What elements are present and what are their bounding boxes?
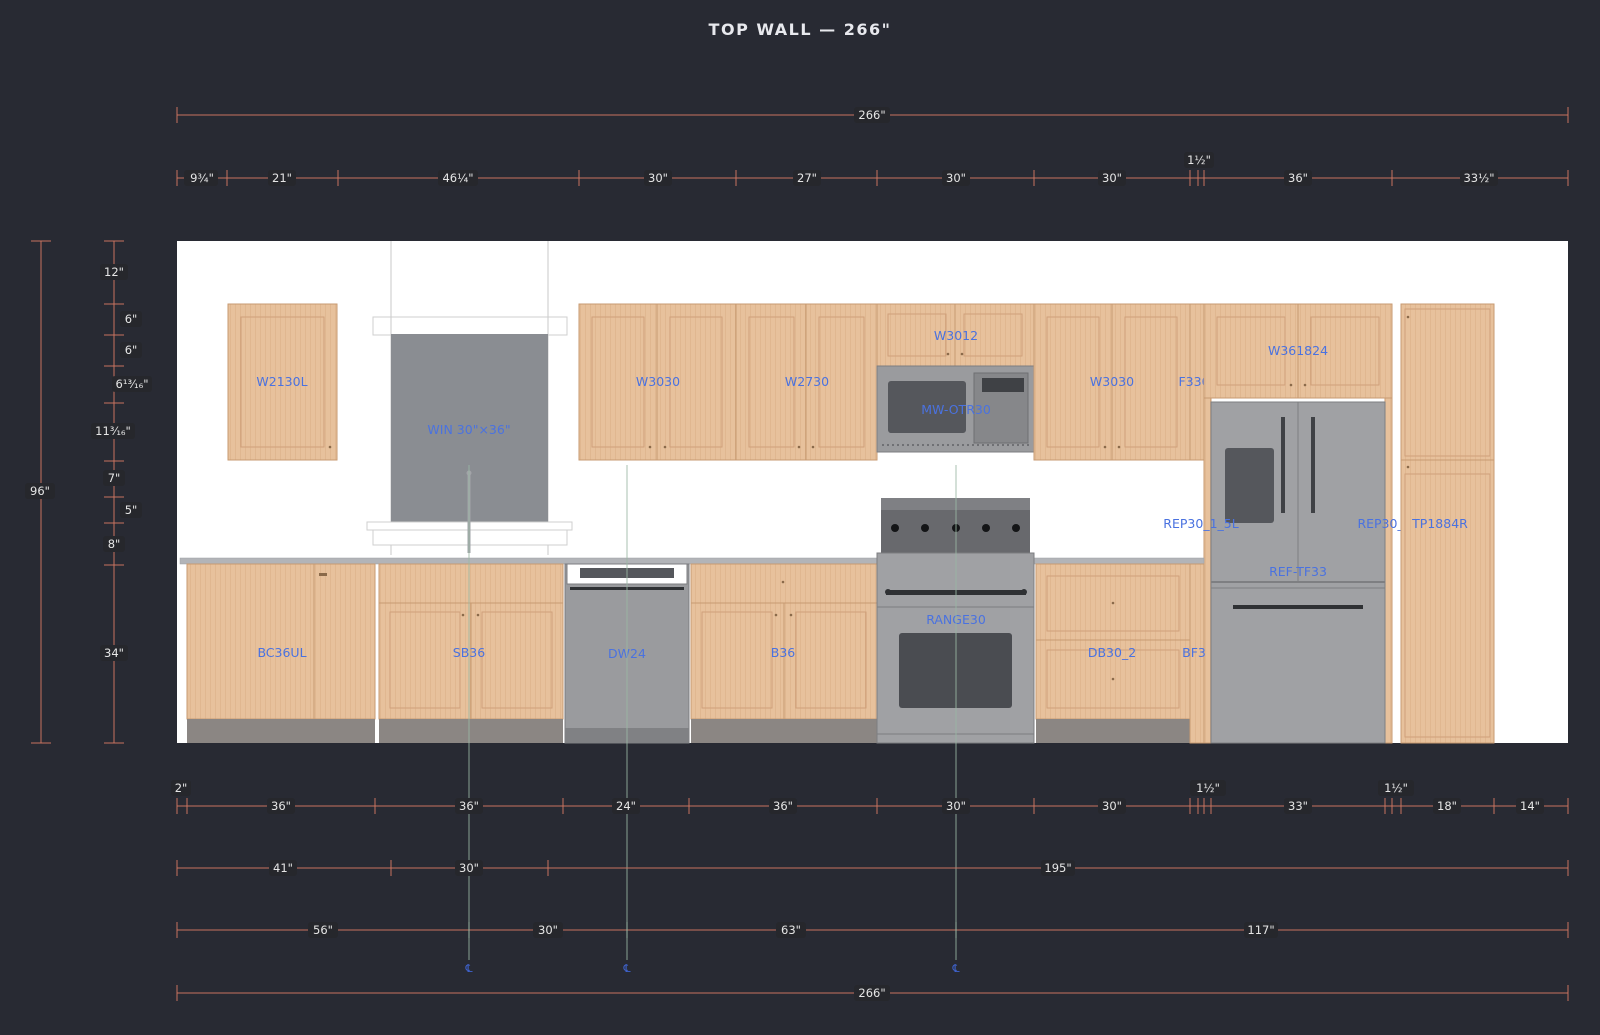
w3030-left-label: W3030 <box>636 374 680 389</box>
top-segment-dimension <box>176 170 1569 186</box>
left-dim-6: 7" <box>108 471 121 485</box>
pantry-label: TP1884R <box>1411 516 1468 531</box>
top-dim-1: 9¾" <box>190 171 214 185</box>
bottom-filler-a: 1½" <box>1196 781 1220 795</box>
bottom-row2-dimension <box>176 860 1569 876</box>
centerline-symbol-range: ℄ <box>951 962 959 975</box>
bottom-row1-dimension <box>176 798 1569 814</box>
bottom-row1-dim-5: 30" <box>946 799 966 813</box>
bottom-row1-dim-8: 18" <box>1437 799 1457 813</box>
left-dim-8: 8" <box>108 537 121 551</box>
bottom-row3-dim-2: 30" <box>538 923 558 937</box>
left-dim-9: 34" <box>104 646 124 660</box>
db30-label: DB30_2 <box>1088 645 1136 660</box>
microwave-label: MW-OTR30 <box>921 402 991 417</box>
w2730-label: W2730 <box>785 374 829 389</box>
bottom-row2-dim-1: 41" <box>273 861 293 875</box>
panel-left[interactable] <box>1203 397 1212 744</box>
bottom-overall-label: 266" <box>858 986 885 1000</box>
panel-left-label: REP30_1_5L <box>1163 516 1238 531</box>
left-dim-7: 5" <box>125 503 138 517</box>
w3030-right-label: W3030 <box>1090 374 1134 389</box>
left-dim-4: 6¹³⁄₁₆" <box>116 377 149 391</box>
bf3-label: BF3 <box>1182 645 1206 660</box>
bottom-row2-dim-3: 195" <box>1044 861 1071 875</box>
bottom-start-offset: 2" <box>175 781 188 795</box>
window-label: WIN 30"×36" <box>427 422 510 437</box>
left-dim-5: 11³⁄₁₆" <box>95 424 131 438</box>
elevation-drawing: 266" 9¾" 21" 46¼" 30" 27" 30" 30" 36" 33… <box>25 107 1569 1001</box>
bottom-row1-dim-1: 36" <box>271 799 291 813</box>
bottom-row3-dim-3: 63" <box>781 923 801 937</box>
top-dim-8: 36" <box>1288 171 1308 185</box>
top-dim-7: 30" <box>1102 171 1122 185</box>
w361824-label: W361824 <box>1268 343 1328 358</box>
left-dim-2: 6" <box>125 312 138 326</box>
left-overall-label: 96" <box>30 484 50 498</box>
refrigerator-label: REF-TF33 <box>1269 564 1327 579</box>
bottom-row1-dim-3: 24" <box>616 799 636 813</box>
top-dim-4: 30" <box>648 171 668 185</box>
countertop <box>179 557 1205 565</box>
bottom-row2-dim-2: 30" <box>459 861 479 875</box>
bottom-row3-dim-1: 56" <box>313 923 333 937</box>
bottom-row1-dim-4: 36" <box>773 799 793 813</box>
b36-label: B36 <box>771 645 796 660</box>
top-dim-2: 21" <box>272 171 292 185</box>
left-dim-3: 6" <box>125 343 138 357</box>
bottom-row3-dim-4: 117" <box>1247 923 1274 937</box>
panel-right[interactable] <box>1384 397 1393 744</box>
centerline-symbol-sink: ℄ <box>464 962 472 975</box>
bottom-filler-b: 1½" <box>1384 781 1408 795</box>
top-dim-5: 27" <box>797 171 817 185</box>
top-dim-6: 30" <box>946 171 966 185</box>
top-dim-3: 46¼" <box>442 171 473 185</box>
top-filler-dim: 1½" <box>1187 153 1211 167</box>
centerline-symbol-dishwasher: ℄ <box>622 962 630 975</box>
w2130l-label: W2130L <box>256 374 307 389</box>
left-dim-1: 12" <box>104 265 124 279</box>
w3012-label: W3012 <box>934 328 978 343</box>
top-dim-9: 33½" <box>1463 171 1494 185</box>
bc36ul-label: BC36UL <box>257 645 306 660</box>
top-overall-label: 266" <box>858 108 885 122</box>
bottom-row1-dim-9: 14" <box>1520 799 1540 813</box>
bottom-row1-dim-7: 33" <box>1288 799 1308 813</box>
bottom-row1-dim-2: 36" <box>459 799 479 813</box>
bottom-row1-dim-6: 30" <box>1102 799 1122 813</box>
bottom-row3-dimension <box>176 922 1569 938</box>
